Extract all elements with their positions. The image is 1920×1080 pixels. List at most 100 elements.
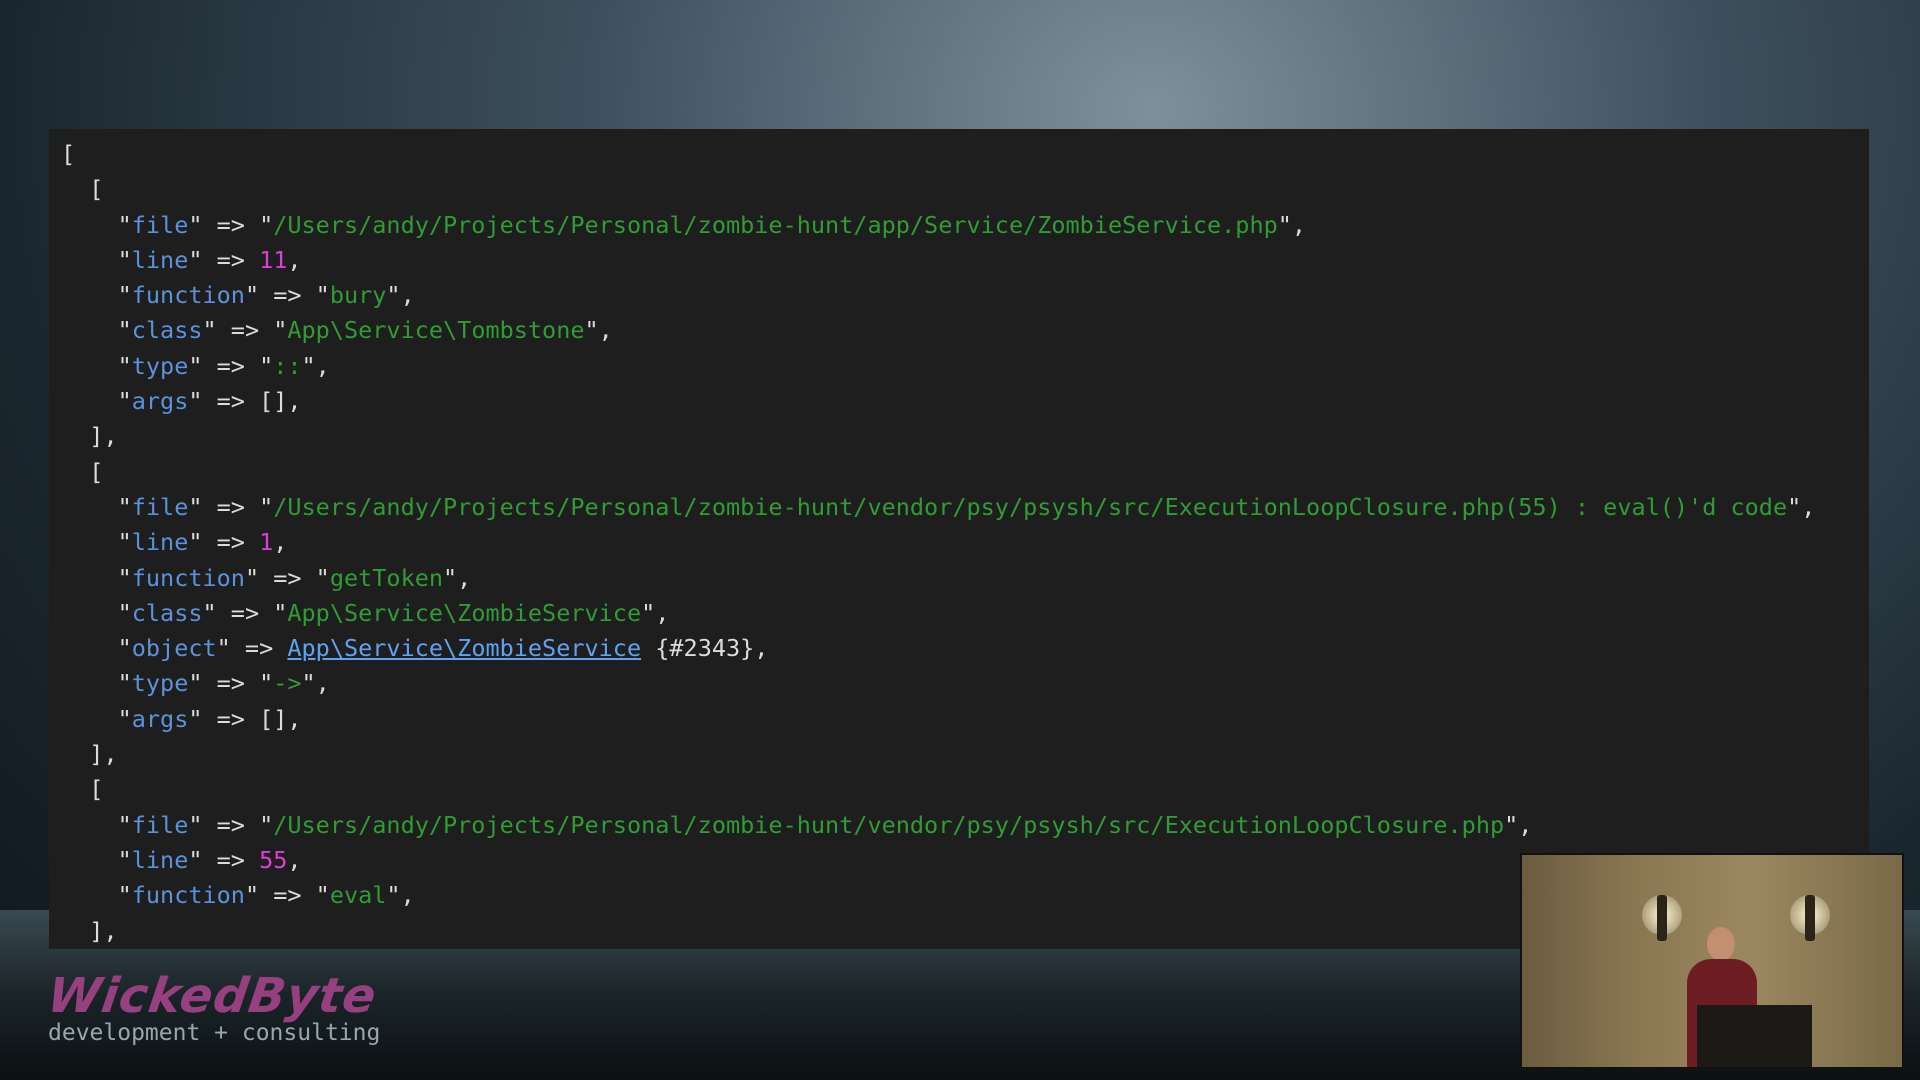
punctuation: {#2343}, [641, 634, 769, 663]
punctuation: " => [], [188, 704, 302, 733]
punctuation: " => " [188, 351, 274, 380]
string-value: bury [329, 281, 387, 310]
array-key: type [131, 351, 189, 380]
code-line: "file" => "/Users/andy/Projects/Personal… [61, 808, 1869, 843]
punctuation: " => [188, 245, 260, 274]
code-line: "line" => 11, [61, 243, 1869, 278]
punctuation: " [61, 351, 132, 380]
punctuation: " [61, 669, 132, 698]
punctuation: " => " [244, 281, 330, 310]
punctuation: ", [386, 281, 415, 310]
punctuation: " [61, 492, 132, 521]
array-key: object [131, 634, 217, 663]
array-key: line [131, 845, 189, 874]
punctuation: " => " [188, 669, 274, 698]
punctuation: " => " [188, 492, 274, 521]
punctuation: " => [], [188, 387, 302, 416]
punctuation: ", [641, 598, 670, 627]
punctuation: " => [216, 634, 288, 663]
punctuation: ", [1504, 810, 1533, 839]
punctuation: , [273, 528, 288, 557]
string-value: getToken [329, 563, 444, 592]
punctuation: [ [61, 457, 104, 486]
array-key: function [131, 881, 245, 910]
punctuation: " => " [188, 210, 274, 239]
code-line: "class" => "App\Service\Tombstone", [61, 313, 1869, 348]
array-key: function [131, 281, 245, 310]
punctuation: [ [61, 140, 76, 168]
array-key: type [131, 669, 189, 698]
object-class-link[interactable]: App\Service\ZombieService [287, 634, 641, 662]
array-key: file [131, 492, 189, 521]
speaker-video-feed [1520, 853, 1904, 1069]
string-value: App\Service\Tombstone [287, 316, 585, 345]
punctuation: " => " [202, 598, 288, 627]
punctuation: ", [301, 669, 330, 698]
array-key: file [131, 810, 189, 839]
string-value: :: [273, 351, 302, 380]
punctuation: " [61, 634, 132, 663]
punctuation: ", [584, 316, 613, 345]
array-key: class [131, 316, 203, 345]
punctuation: " [61, 245, 132, 274]
string-value: /Users/andy/Projects/Personal/zombie-hun… [273, 810, 1505, 839]
string-value: App\Service\ZombieService [287, 598, 642, 627]
punctuation: , [287, 845, 302, 874]
punctuation: " => " [202, 316, 288, 345]
code-line: [ [61, 455, 1869, 490]
punctuation: ", [443, 563, 472, 592]
punctuation: " [61, 528, 132, 557]
code-line: ], [61, 737, 1869, 772]
punctuation: [ [61, 175, 104, 204]
punctuation: " => " [244, 881, 330, 910]
logo-wordmark: WickedByte [44, 968, 381, 1024]
code-line: "file" => "/Users/andy/Projects/Personal… [61, 208, 1869, 243]
punctuation: " [61, 598, 132, 627]
terminal-output: [ [ "file" => "/Users/andy/Projects/Pers… [49, 129, 1869, 949]
punctuation: " [61, 210, 132, 239]
array-key: line [131, 528, 189, 557]
string-value: -> [273, 669, 302, 698]
code-line: "args" => [], [61, 384, 1869, 419]
punctuation: [ [61, 775, 104, 804]
punctuation: " [61, 281, 132, 310]
string-value: /Users/andy/Projects/Personal/zombie-hun… [273, 492, 1788, 521]
array-key: args [131, 387, 189, 416]
punctuation: " => " [188, 810, 274, 839]
punctuation: ", [1277, 210, 1307, 239]
punctuation: " => [188, 845, 260, 874]
punctuation: ], [61, 422, 118, 451]
punctuation: " [61, 563, 132, 592]
punctuation: " => [188, 528, 260, 557]
punctuation: " [61, 316, 132, 345]
punctuation: " => " [244, 563, 330, 592]
code-line: "class" => "App\Service\ZombieService", [61, 596, 1869, 631]
code-line: "file" => "/Users/andy/Projects/Personal… [61, 490, 1869, 525]
string-value: /Users/andy/Projects/Personal/zombie-hun… [273, 210, 1278, 239]
punctuation: ], [61, 916, 118, 945]
code-line: "object" => App\Service\ZombieService {#… [61, 631, 1869, 666]
punctuation: " [61, 881, 132, 910]
array-key: class [131, 598, 203, 627]
array-key: function [131, 563, 245, 592]
wall-lamp-icon [1657, 895, 1667, 941]
punctuation: " [61, 387, 132, 416]
punctuation: " [61, 704, 132, 733]
punctuation: ", [301, 351, 330, 380]
punctuation: , [287, 245, 302, 274]
punctuation: ", [1787, 492, 1816, 521]
code-line: [ [61, 137, 1869, 172]
array-key: line [131, 245, 189, 274]
array-key: file [131, 210, 189, 239]
code-line: [ [61, 772, 1869, 807]
array-key: args [131, 704, 189, 733]
code-line: "function" => "getToken", [61, 561, 1869, 596]
code-line: [ [61, 172, 1869, 207]
code-line: "line" => 1, [61, 525, 1869, 560]
punctuation: " [61, 845, 132, 874]
number-value: 1 [259, 528, 274, 557]
code-line: "function" => "bury", [61, 278, 1869, 313]
code-line: ], [61, 419, 1869, 454]
punctuation: " [61, 810, 132, 839]
string-value: eval [329, 881, 387, 910]
